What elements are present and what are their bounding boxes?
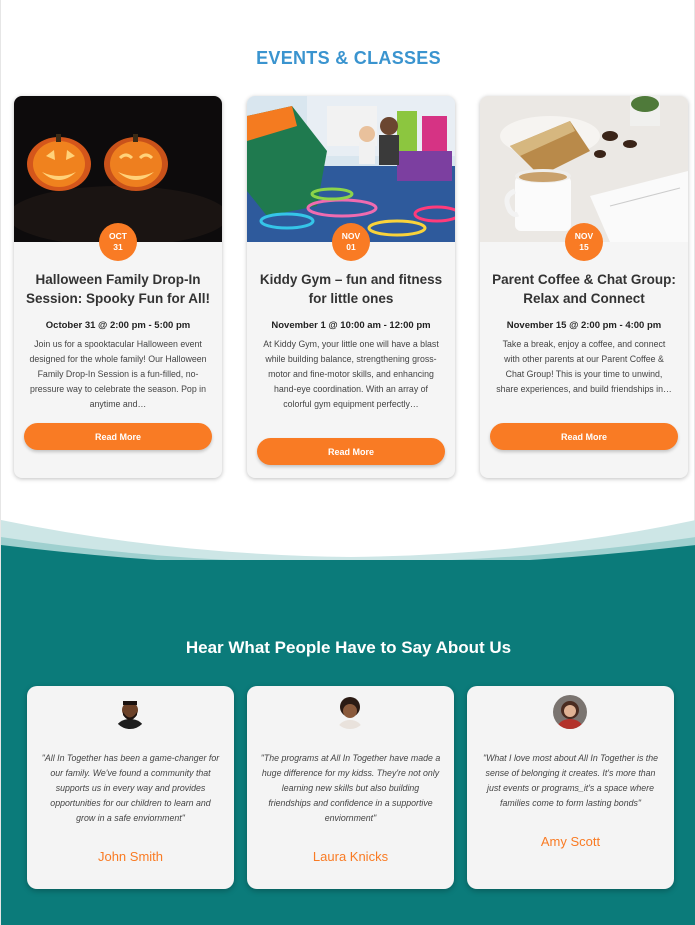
- testimonial-author: Amy Scott: [540, 834, 601, 849]
- event-image-kiddy-gym[interactable]: [247, 96, 455, 242]
- read-more-button[interactable]: Read More: [490, 423, 678, 450]
- avatar: [333, 695, 367, 729]
- date-badge-month: NOV: [574, 231, 594, 241]
- event-datetime: November 1 @ 10:00 am - 12:00 pm: [271, 320, 431, 331]
- event-card: NOV 01 Kiddy Gym – fun and fitness for l…: [247, 96, 455, 478]
- avatar: [113, 695, 147, 729]
- event-image-halloween[interactable]: [14, 96, 222, 242]
- event-title[interactable]: Kiddy Gym – fun and fitness for little o…: [257, 270, 445, 308]
- date-badge: NOV 15: [565, 223, 603, 261]
- testimonial-card: "All In Together has been a game-changer…: [27, 686, 234, 889]
- event-card: NOV 15 Parent Coffee & Chat Group: Relax…: [480, 96, 688, 478]
- testimonial-quote: "All In Together has been a game-changer…: [41, 753, 220, 823]
- testimonial-quote: "The programs at All In Together have ma…: [260, 753, 441, 823]
- testimonial-author: John Smith: [97, 849, 164, 864]
- read-more-button[interactable]: Read More: [24, 423, 212, 450]
- event-title[interactable]: Halloween Family Drop-In Session: Spooky…: [24, 270, 212, 308]
- date-badge-day: 15: [579, 242, 589, 252]
- event-card: OCT 31 Halloween Family Drop-In Session:…: [14, 96, 222, 478]
- date-badge: OCT 31: [99, 223, 137, 261]
- event-datetime: October 31 @ 2:00 pm - 5:00 pm: [45, 320, 191, 331]
- testimonial-author: Laura Knicks: [312, 849, 389, 864]
- testimonial-card: "What I love most about All In Together …: [467, 686, 674, 889]
- event-description: At Kiddy Gym, your little one will have …: [263, 339, 439, 409]
- date-badge-day: 31: [113, 242, 123, 252]
- event-description: Take a break, enjoy a coffee, and connec…: [496, 339, 672, 394]
- event-datetime: November 15 @ 2:00 pm - 4:00 pm: [506, 320, 662, 331]
- avatar: [553, 695, 587, 729]
- page: EVENTS & CLASSES OCT 31 Halloween Family…: [0, 0, 695, 925]
- event-description: Join us for a spooktacular Halloween eve…: [29, 339, 207, 409]
- date-badge-month: NOV: [341, 231, 361, 241]
- date-badge: NOV 01: [332, 223, 370, 261]
- testimonials-title: Hear What People Have to Say About Us: [185, 638, 512, 657]
- events-section-title: EVENTS & CLASSES: [256, 48, 441, 68]
- event-image-coffee[interactable]: [480, 96, 688, 242]
- date-badge-month: OCT: [109, 231, 127, 241]
- date-badge-day: 01: [346, 242, 356, 252]
- event-title[interactable]: Parent Coffee & Chat Group: Relax and Co…: [490, 270, 678, 308]
- testimonial-quote: "What I love most about All In Together …: [482, 753, 659, 808]
- read-more-button[interactable]: Read More: [257, 438, 445, 465]
- testimonial-card: "The programs at All In Together have ma…: [247, 686, 454, 889]
